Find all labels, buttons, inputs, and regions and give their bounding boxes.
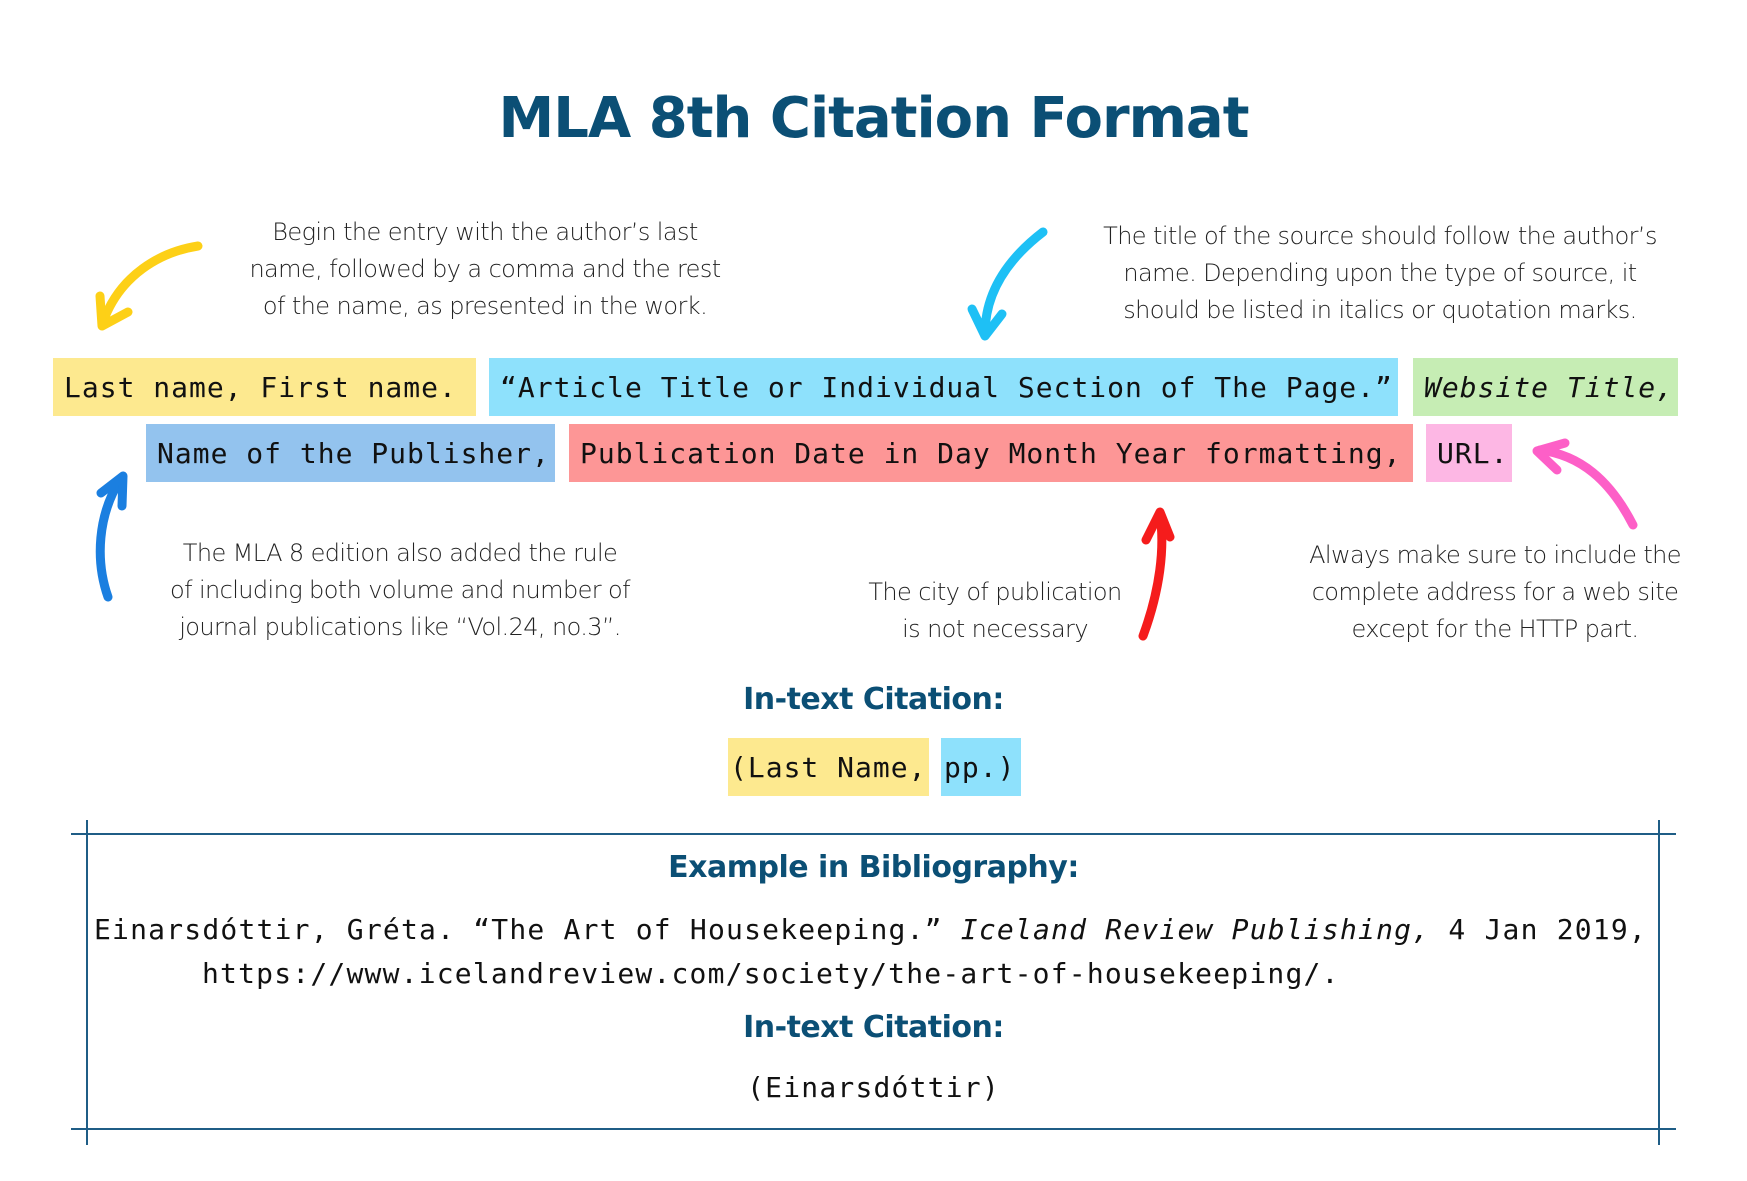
- url-arrow-icon: [1532, 438, 1638, 530]
- author-arrow-icon: [95, 241, 203, 331]
- title-arrow-icon: [967, 227, 1048, 341]
- city-arrow-icon: [1138, 507, 1175, 641]
- volume-arrow-icon: [95, 471, 128, 602]
- arrows-layer: [95, 227, 1638, 641]
